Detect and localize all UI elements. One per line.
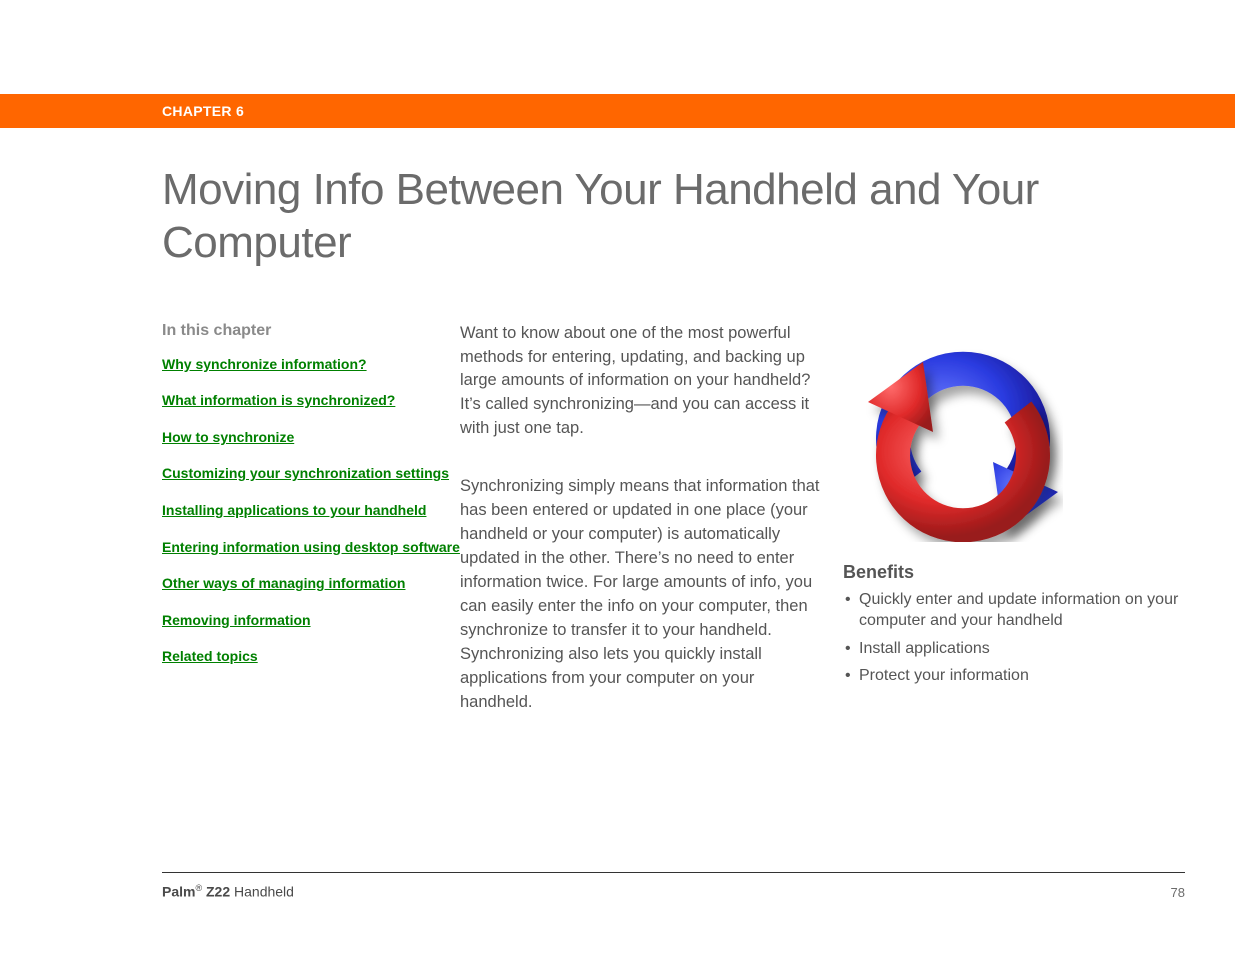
- right-column: Benefits Quickly enter and update inform…: [825, 322, 1185, 749]
- benefits-heading: Benefits: [843, 562, 1185, 583]
- intro-paragraph-2: Synchronizing simply means that informat…: [460, 475, 825, 714]
- toc-item: Customizing your synchronization setting…: [162, 463, 460, 485]
- benefit-item: Protect your information: [843, 665, 1185, 687]
- sync-arrows-icon: [863, 342, 1063, 542]
- toc-link-other-ways[interactable]: Other ways of managing information: [162, 575, 405, 591]
- toc-item: Related topics: [162, 646, 460, 668]
- toc-item: Installing applications to your handheld: [162, 500, 460, 522]
- page-number: 78: [1171, 885, 1185, 900]
- footer-model: Z22: [206, 884, 230, 900]
- intro-paragraph-1: Want to know about one of the most power…: [460, 322, 825, 442]
- benefit-item: Install applications: [843, 638, 1185, 660]
- toc-link-removing[interactable]: Removing information: [162, 612, 311, 628]
- toc-item: How to synchronize: [162, 427, 460, 449]
- toc-item: Removing information: [162, 610, 460, 632]
- toc-link-entering-info[interactable]: Entering information using desktop softw…: [162, 539, 460, 555]
- footer-reg: ®: [195, 883, 202, 893]
- page-title: Moving Info Between Your Handheld and Yo…: [162, 164, 1185, 270]
- toc-item: What information is synchronized?: [162, 390, 460, 412]
- header-bar: CHAPTER 6: [0, 94, 1235, 128]
- content-area: Moving Info Between Your Handheld and Yo…: [162, 164, 1185, 894]
- toc-link-installing-apps[interactable]: Installing applications to your handheld: [162, 502, 426, 518]
- toc-link-what-info[interactable]: What information is synchronized?: [162, 392, 395, 408]
- footer: Palm® Z22 Handheld 78: [162, 872, 1185, 900]
- main-text: Want to know about one of the most power…: [460, 322, 825, 749]
- benefits-list: Quickly enter and update information on …: [843, 589, 1185, 687]
- toc-link-how-to-sync[interactable]: How to synchronize: [162, 429, 294, 445]
- chapter-label: CHAPTER 6: [162, 103, 244, 119]
- toc-link-related[interactable]: Related topics: [162, 648, 258, 664]
- toc-item: Other ways of managing information: [162, 573, 460, 595]
- toc-link-why-sync[interactable]: Why synchronize information?: [162, 356, 367, 372]
- sidebar-heading: In this chapter: [162, 322, 460, 340]
- toc-item: Why synchronize information?: [162, 354, 460, 376]
- footer-product-type: Handheld: [234, 884, 294, 900]
- toc-link-customizing[interactable]: Customizing your synchronization setting…: [162, 465, 449, 481]
- footer-product: Palm® Z22 Handheld: [162, 883, 294, 900]
- toc-item: Entering information using desktop softw…: [162, 537, 460, 559]
- toc-list: Why synchronize information? What inform…: [162, 354, 460, 668]
- columns: In this chapter Why synchronize informat…: [162, 322, 1185, 749]
- sidebar: In this chapter Why synchronize informat…: [162, 322, 460, 749]
- benefit-item: Quickly enter and update information on …: [843, 589, 1185, 632]
- footer-brand: Palm: [162, 884, 195, 900]
